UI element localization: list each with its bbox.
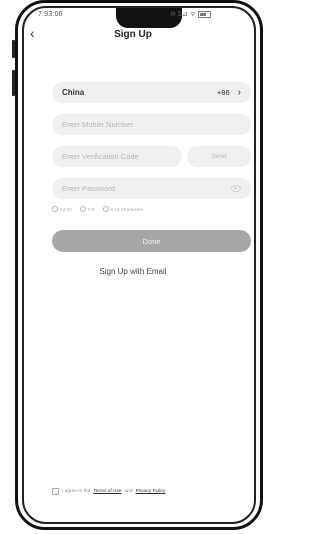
- password-rule: 6-16 Characters: [102, 206, 143, 212]
- rule-check-icon: [80, 206, 87, 212]
- country-code-group: +86 ›: [217, 87, 241, 98]
- send-code-button[interactable]: Send: [187, 146, 251, 167]
- password-rules: Aa-Zz 0-9 6-16 Characters: [52, 206, 143, 212]
- country-selector[interactable]: China +86 ›: [52, 82, 251, 103]
- agreement-and: and: [124, 489, 133, 494]
- rule-check-icon: [102, 206, 109, 212]
- password-input[interactable]: Enter Password: [52, 178, 251, 199]
- eye-icon[interactable]: [231, 185, 241, 192]
- rule-check-icon: [52, 206, 58, 212]
- agree-checkbox[interactable]: [52, 488, 59, 495]
- signal-wifi-icons: ⊖ 5⊿ ᯤ: [170, 11, 196, 18]
- page-title: Sign Up: [114, 29, 152, 40]
- rule-label: 0-9: [88, 206, 95, 212]
- terms-of-use-link[interactable]: Terms of Use: [93, 489, 121, 494]
- password-rule: Aa-Zz: [52, 206, 72, 212]
- verification-code-input[interactable]: Enter Verification Code: [52, 146, 182, 167]
- mobile-number-input[interactable]: Enter Mobile Number: [52, 114, 251, 135]
- status-time: 7:93:06: [38, 11, 63, 18]
- country-name: China: [62, 88, 85, 97]
- country-code: +86: [216, 88, 230, 97]
- privacy-policy-link[interactable]: Privacy Policy: [136, 489, 166, 494]
- password-placeholder: Enter Password: [62, 184, 115, 193]
- signup-with-email-link[interactable]: Sign Up with Email: [0, 267, 266, 276]
- agreement-prefix: I agree to the: [62, 489, 91, 494]
- rule-label: 6-16 Characters: [110, 206, 143, 212]
- chevron-right-icon: ›: [237, 87, 241, 98]
- signup-screen: 7:93:06 ⊖ 5⊿ ᯤ ‹ Sign Up China +86 › Ent…: [0, 0, 266, 534]
- password-rule: 0-9: [80, 206, 95, 212]
- battery-icon: [197, 11, 211, 18]
- status-icons: ⊖ 5⊿ ᯤ: [170, 10, 211, 19]
- rule-label: Aa-Zz: [60, 206, 73, 212]
- agreement-row: I agree to the Terms of Use and Privacy …: [52, 488, 165, 495]
- done-button[interactable]: Done: [52, 230, 251, 252]
